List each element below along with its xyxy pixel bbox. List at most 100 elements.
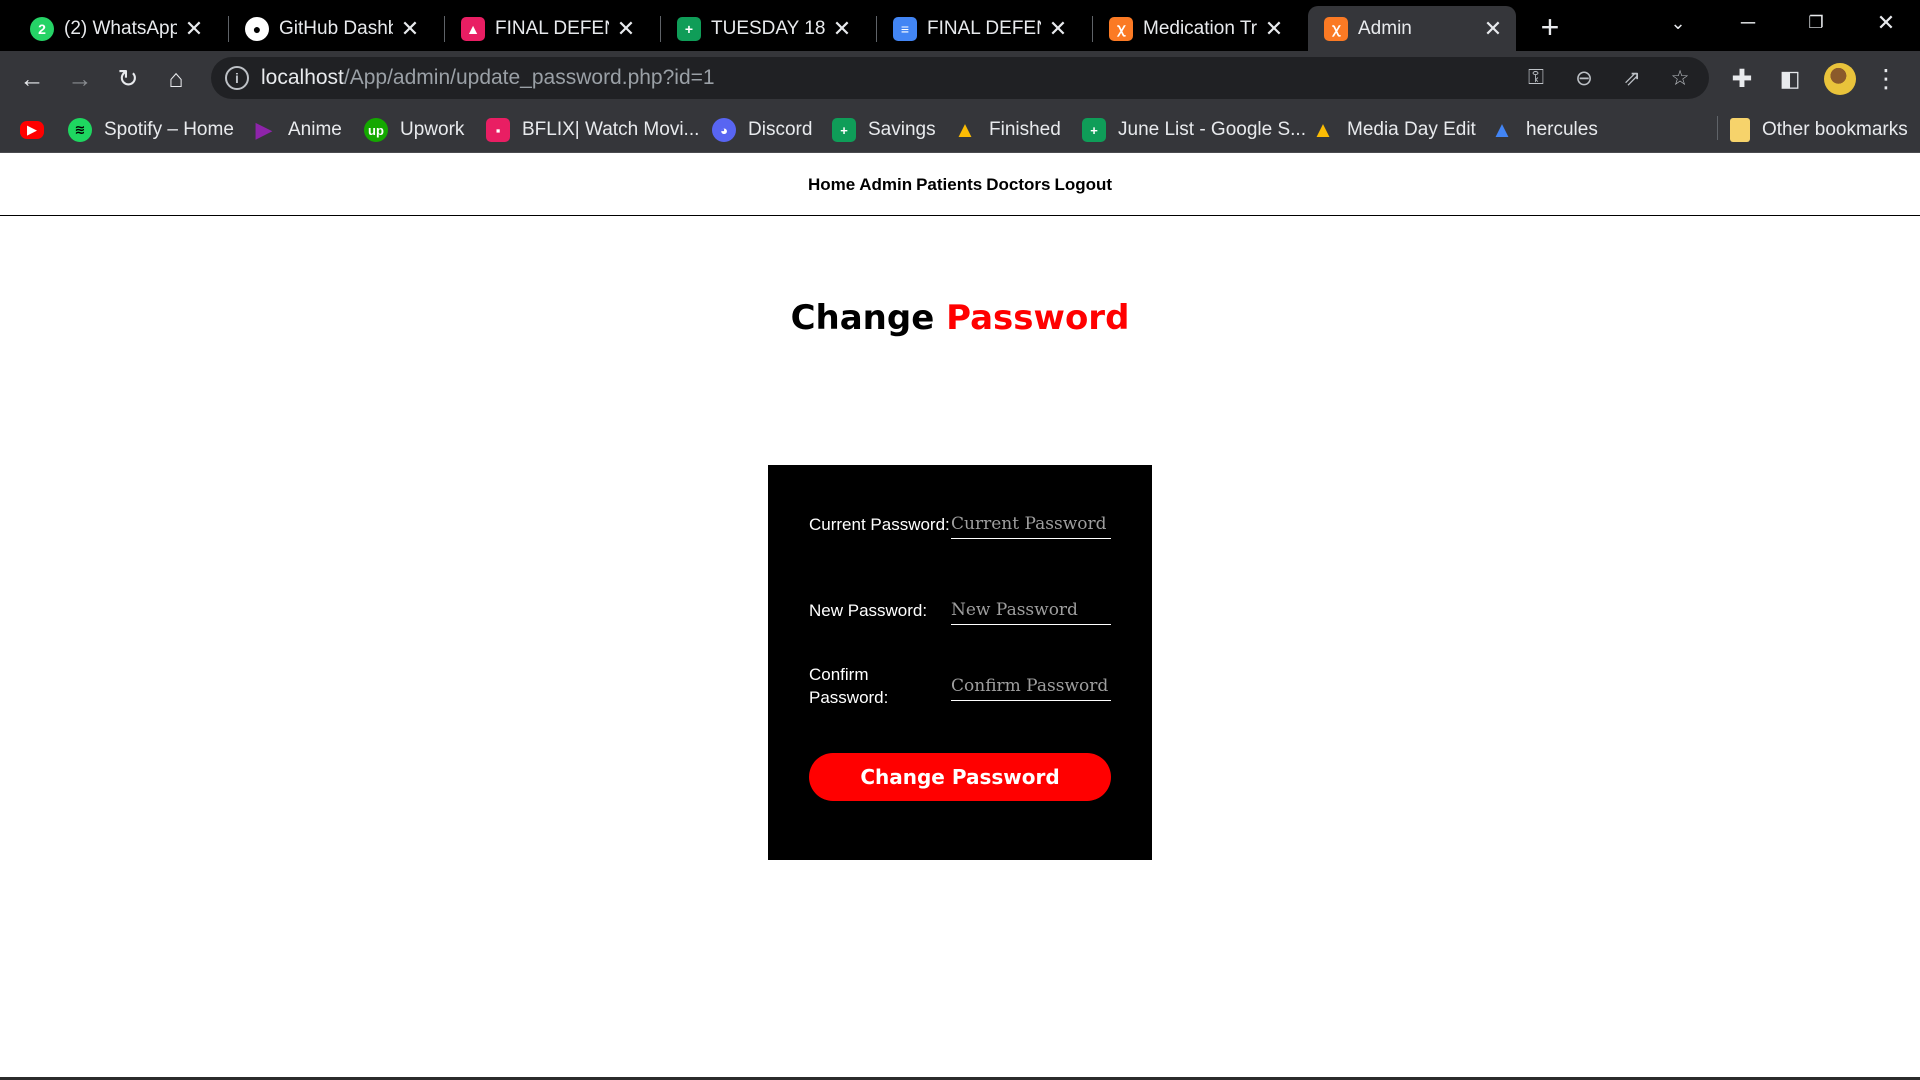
close-icon[interactable]: ✕ <box>183 16 205 41</box>
close-window-icon[interactable]: ✕ <box>1866 8 1906 38</box>
tab-title: Admin <box>1358 17 1412 39</box>
youtube-icon: ▶ <box>20 121 44 139</box>
tab-tuesday[interactable]: + TUESDAY 18TH ✕ <box>661 6 865 51</box>
tab-title: FINAL DEFENSE <box>927 17 1041 39</box>
play-icon: ▶ <box>255 117 273 142</box>
contacts-icon: ▲ <box>461 16 485 41</box>
tab-whatsapp[interactable]: 2 (2) WhatsApp ✕ <box>14 6 217 51</box>
menu-dots-icon[interactable]: ⋮ <box>1868 61 1904 97</box>
address-bar[interactable]: i localhost/App/admin/update_password.ph… <box>211 57 1709 99</box>
confirm-password-label: Confirm Password: <box>809 665 889 707</box>
close-icon[interactable]: ✕ <box>1047 16 1069 41</box>
bflix-icon: ▪ <box>486 118 510 142</box>
minimize-icon[interactable]: ─ <box>1728 8 1768 38</box>
tab-title: TUESDAY 18TH <box>711 17 825 39</box>
new-tab-button[interactable]: + <box>1533 9 1567 45</box>
current-password-row: Current Password: <box>809 509 1111 539</box>
tab-final-defense-1[interactable]: ▲ FINAL DEFENSE ✕ <box>445 6 649 51</box>
url-text[interactable]: localhost/App/admin/update_password.php?… <box>261 66 715 90</box>
tab-title: FINAL DEFENSE <box>495 17 609 39</box>
upwork-icon: up <box>364 118 388 142</box>
zoom-out-icon[interactable]: ⊖ <box>1571 65 1597 91</box>
tab-title: (2) WhatsApp <box>64 17 177 39</box>
reload-icon[interactable]: ↻ <box>110 61 146 97</box>
nav-home-link[interactable]: Home <box>808 175 855 195</box>
bookmark-june-list[interactable]: + June List - Google S... <box>1082 115 1306 145</box>
bookmark-media-day-edit[interactable]: ▲ Media Day Edit <box>1311 115 1476 145</box>
bookmark-hercules[interactable]: ▲ hercules <box>1490 115 1598 145</box>
current-password-label: Current Password: <box>809 514 950 534</box>
change-password-form: Current Password: New Password: Confirm … <box>768 465 1152 860</box>
nav-doctors-link[interactable]: Doctors <box>986 175 1050 195</box>
nav-logout-link[interactable]: Logout <box>1054 175 1112 195</box>
bookmark-youtube[interactable]: ▶ <box>20 115 56 145</box>
spotify-icon: ≋ <box>68 118 92 142</box>
github-icon: ● <box>245 16 269 41</box>
bookmark-savings[interactable]: + Savings <box>832 115 936 145</box>
profile-avatar[interactable] <box>1824 63 1856 95</box>
new-password-input[interactable] <box>951 595 1111 625</box>
xampp-icon: ꭓ <box>1109 16 1133 41</box>
restore-icon[interactable]: ❐ <box>1796 8 1836 38</box>
current-password-input[interactable] <box>951 509 1111 539</box>
bookmark-label: June List - Google S... <box>1118 119 1306 140</box>
home-icon[interactable]: ⌂ <box>158 61 194 97</box>
bookmark-label: Spotify – Home <box>104 119 234 140</box>
tab-medication-tracker[interactable]: ꭓ Medication Tracker ✕ <box>1093 6 1297 51</box>
bookmarks-bar: ▶ ≋ Spotify – Home ▶ Anime up Upwork ▪ B… <box>0 106 1920 153</box>
page-title-accent: Password <box>946 298 1130 338</box>
tab-search-icon[interactable]: ⌄ <box>1658 8 1698 38</box>
tab-title: Medication Tracker <box>1143 17 1257 39</box>
share-icon[interactable]: ⇗ <box>1619 65 1645 91</box>
google-sheets-icon: + <box>677 16 701 41</box>
close-icon[interactable]: ✕ <box>831 16 853 41</box>
bookmark-label: Savings <box>868 119 936 140</box>
side-panel-icon[interactable]: ◧ <box>1772 61 1808 97</box>
page-title-main: Change <box>790 298 935 338</box>
browser-tab-strip: 2 (2) WhatsApp ✕ ● GitHub Dashboard ✕ ▲ … <box>0 0 1920 51</box>
extensions-icon[interactable]: ✚ <box>1724 61 1760 97</box>
close-icon[interactable]: ✕ <box>399 16 421 41</box>
bookmark-star-icon[interactable]: ☆ <box>1667 65 1693 91</box>
bookmark-label: Discord <box>748 119 813 140</box>
bookmark-bflix[interactable]: ▪ BFLIX| Watch Movi... <box>486 115 699 145</box>
google-sheets-icon: + <box>1082 118 1106 142</box>
close-icon[interactable]: ✕ <box>615 16 637 41</box>
close-icon[interactable]: ✕ <box>1482 16 1504 41</box>
bookmark-upwork[interactable]: up Upwork <box>364 115 464 145</box>
bookmark-label: Upwork <box>400 119 465 140</box>
other-bookmarks[interactable]: Other bookmarks <box>1730 115 1908 145</box>
tab-github[interactable]: ● GitHub Dashboard ✕ <box>229 6 433 51</box>
bookmark-label: Anime <box>288 119 342 140</box>
bookmark-label: hercules <box>1526 119 1598 140</box>
bookmark-finished[interactable]: ▲ Finished <box>953 115 1061 145</box>
nav-patients-link[interactable]: Patients <box>916 175 982 195</box>
new-password-label: New Password: <box>809 600 928 620</box>
change-password-button[interactable]: Change Password <box>809 753 1111 801</box>
bookmark-discord[interactable]: ◕ Discord <box>712 115 812 145</box>
info-icon[interactable]: i <box>225 66 249 90</box>
bookmark-label: BFLIX| Watch Movi... <box>522 119 700 140</box>
google-sheets-icon: + <box>832 118 856 142</box>
key-icon[interactable]: ⚿ <box>1523 65 1549 91</box>
discord-icon: ◕ <box>712 118 736 142</box>
bookmark-label: Other bookmarks <box>1762 119 1908 140</box>
page-title: Change Password <box>0 298 1920 338</box>
back-arrow-icon[interactable]: ← <box>14 61 50 97</box>
close-icon[interactable]: ✕ <box>1263 16 1285 41</box>
bookmark-label: Media Day Edit <box>1347 119 1476 140</box>
bookmark-spotify[interactable]: ≋ Spotify – Home <box>68 115 234 145</box>
tab-title: GitHub Dashboard <box>279 17 393 39</box>
bookmarks-separator <box>1717 116 1718 140</box>
xampp-icon: ꭓ <box>1324 16 1348 41</box>
bookmark-anime[interactable]: ▶ Anime <box>252 115 342 145</box>
tab-final-defense-2[interactable]: ≡ FINAL DEFENSE ✕ <box>877 6 1081 51</box>
confirm-password-row: Confirm Password: <box>809 663 1111 709</box>
google-drive-icon: ▲ <box>1491 117 1513 142</box>
browser-toolbar: ← → ↻ ⌂ i localhost/App/admin/update_pas… <box>0 51 1920 106</box>
google-drive-icon: ▲ <box>954 117 976 142</box>
tab-admin[interactable]: ꭓ Admin ✕ <box>1308 6 1516 51</box>
forward-arrow-icon[interactable]: → <box>62 61 98 97</box>
confirm-password-input[interactable] <box>951 671 1111 701</box>
nav-admin-link[interactable]: Admin <box>859 175 912 195</box>
